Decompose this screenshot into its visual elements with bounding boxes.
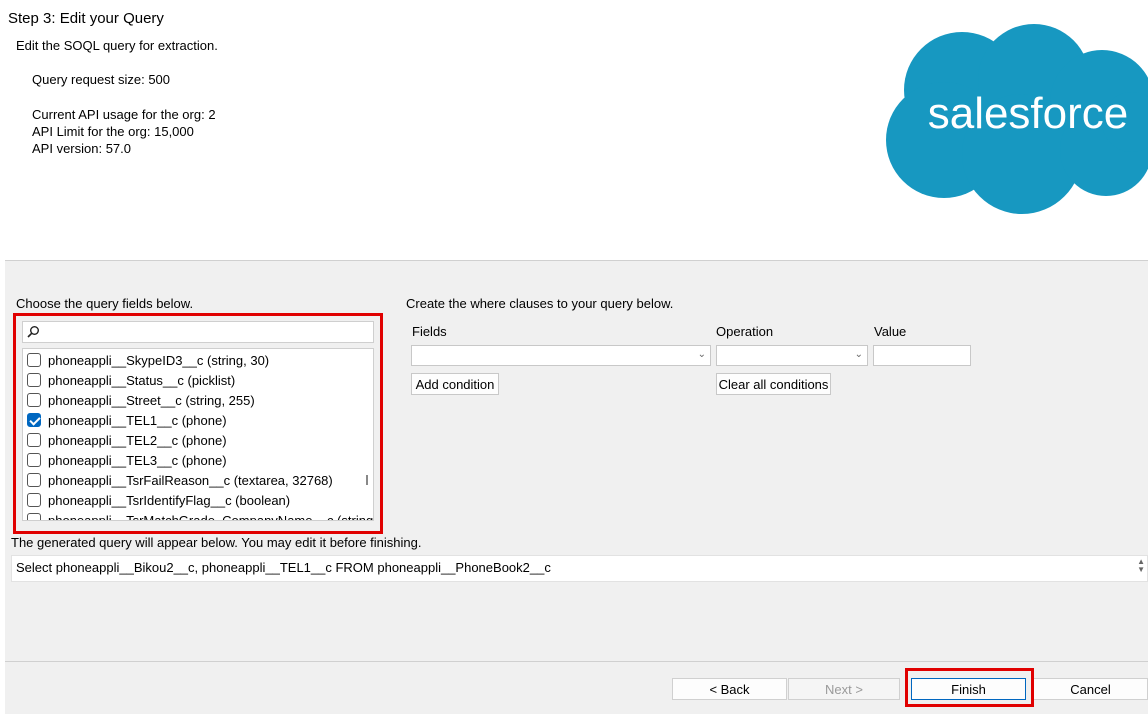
query-label: The generated query will appear below. Y… — [11, 535, 422, 550]
where-panel-label: Create the where clauses to your query b… — [406, 296, 674, 311]
next-button[interactable]: Next > — [788, 678, 900, 700]
fields-column-label: Fields — [412, 324, 447, 339]
api-usage: Current API usage for the org: 2 — [32, 107, 216, 122]
highlight-box-finish — [905, 668, 1034, 707]
add-condition-button[interactable]: Add condition — [411, 373, 499, 395]
query-text: Select phoneappli__Bikou2__c, phoneappli… — [16, 560, 551, 575]
query-textarea[interactable]: Select phoneappli__Bikou2__c, phoneappli… — [11, 555, 1148, 582]
query-request-size: Query request size: 500 — [32, 72, 171, 87]
header-section: Step 3: Edit your Query Edit the SOQL qu… — [0, 0, 1148, 258]
value-column-label: Value — [874, 324, 907, 339]
salesforce-logo: salesforce — [886, 24, 1148, 214]
back-button[interactable]: < Back — [672, 678, 787, 700]
chevron-down-icon: ⌄ — [697, 349, 706, 360]
operation-column-label: Operation — [716, 324, 774, 339]
highlight-box-fields — [13, 313, 383, 534]
step-title: Step 3: Edit your Query — [8, 10, 164, 27]
logo-text: salesforce — [928, 89, 1129, 138]
divider — [5, 661, 1148, 662]
api-limit: API Limit for the org: 15,000 — [32, 124, 194, 139]
fields-panel-label: Choose the query fields below. — [16, 296, 194, 311]
subtitle: Edit the SOQL query for extraction. — [16, 38, 218, 53]
where-field-select[interactable]: ⌄ — [411, 345, 711, 366]
where-value-input[interactable] — [873, 345, 971, 366]
scroll-arrows-icon[interactable]: ▲ ▼ — [1137, 558, 1145, 574]
cancel-button[interactable]: Cancel — [1033, 678, 1148, 700]
chevron-down-icon: ⌄ — [854, 349, 863, 360]
where-operation-select[interactable]: ⌄ — [716, 345, 868, 366]
clear-all-conditions-button[interactable]: Clear all conditions — [716, 373, 831, 395]
api-version: API version: 57.0 — [32, 141, 131, 156]
